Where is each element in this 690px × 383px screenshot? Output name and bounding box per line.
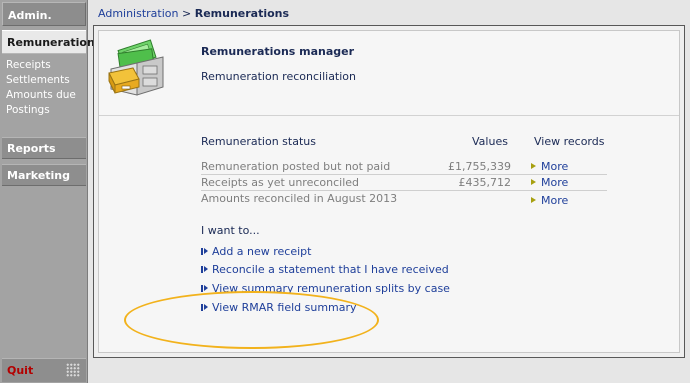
manager-subtitle: Remuneration reconciliation [201,70,356,83]
sidebar-item-marketing[interactable]: Marketing [2,164,86,186]
more-link[interactable]: More [531,160,568,173]
add-receipt-link[interactable]: Add a new receipt [201,245,311,258]
sidebar-subitem-postings[interactable]: Postings [6,103,86,118]
status-row-value: £435,712 [458,176,512,189]
more-link[interactable]: More [531,176,568,189]
sidebar-subitem-amounts-due[interactable]: Amounts due [6,88,86,103]
status-row: Remuneration posted but not paid £1,755,… [201,159,607,175]
more-link[interactable]: More [531,194,568,207]
triangle-right-icon [531,197,536,203]
sidebar-item-remuneration[interactable]: Remuneration [2,30,95,54]
quit-button[interactable]: Quit [7,364,33,377]
actions-heading: I want to... [201,224,260,237]
sidebar-submenu: Receipts Settlements Amounts due Posting… [2,58,86,118]
triangle-right-icon [531,163,536,169]
view-records-heading: View records [534,135,605,148]
resize-grip-icon[interactable] [66,363,80,377]
status-row: Amounts reconciled in August 2013 More [201,191,607,207]
arrow-right-icon [201,265,208,274]
filing-cabinet-money-icon: 100 [107,39,165,101]
reconcile-statement-link[interactable]: Reconcile a statement that I have receiv… [201,263,449,276]
breadcrumb-separator: > [182,7,192,20]
status-row: Receipts as yet unreconciled £435,712 Mo… [201,175,607,191]
values-heading: Values [472,135,508,148]
sidebar-subitem-receipts[interactable]: Receipts [6,58,86,73]
quit-bar: Quit [2,358,86,382]
breadcrumb-administration-link[interactable]: Administration [98,7,179,20]
highlight-ellipse [124,291,379,349]
sidebar-subitem-settlements[interactable]: Settlements [6,73,86,88]
breadcrumb-current: Remunerations [194,7,290,20]
status-row-label: Receipts as yet unreconciled [201,176,360,189]
manager-title: Remunerations manager [201,45,355,58]
breadcrumb: Administration > Remunerations [98,7,289,20]
sidebar-item-reports[interactable]: Reports [2,137,86,159]
header-divider [99,115,679,116]
sidebar: Admin. Remuneration Receipts Settlements… [0,0,95,383]
triangle-right-icon [531,179,536,185]
arrow-right-icon [201,284,208,293]
sidebar-item-admin[interactable]: Admin. [2,2,86,26]
arrow-right-icon [201,247,208,256]
status-heading: Remuneration status [201,135,316,148]
status-row-label: Amounts reconciled in August 2013 [201,192,398,205]
status-row-value: £1,755,339 [448,160,511,173]
status-row-label: Remuneration posted but not paid [201,160,391,173]
